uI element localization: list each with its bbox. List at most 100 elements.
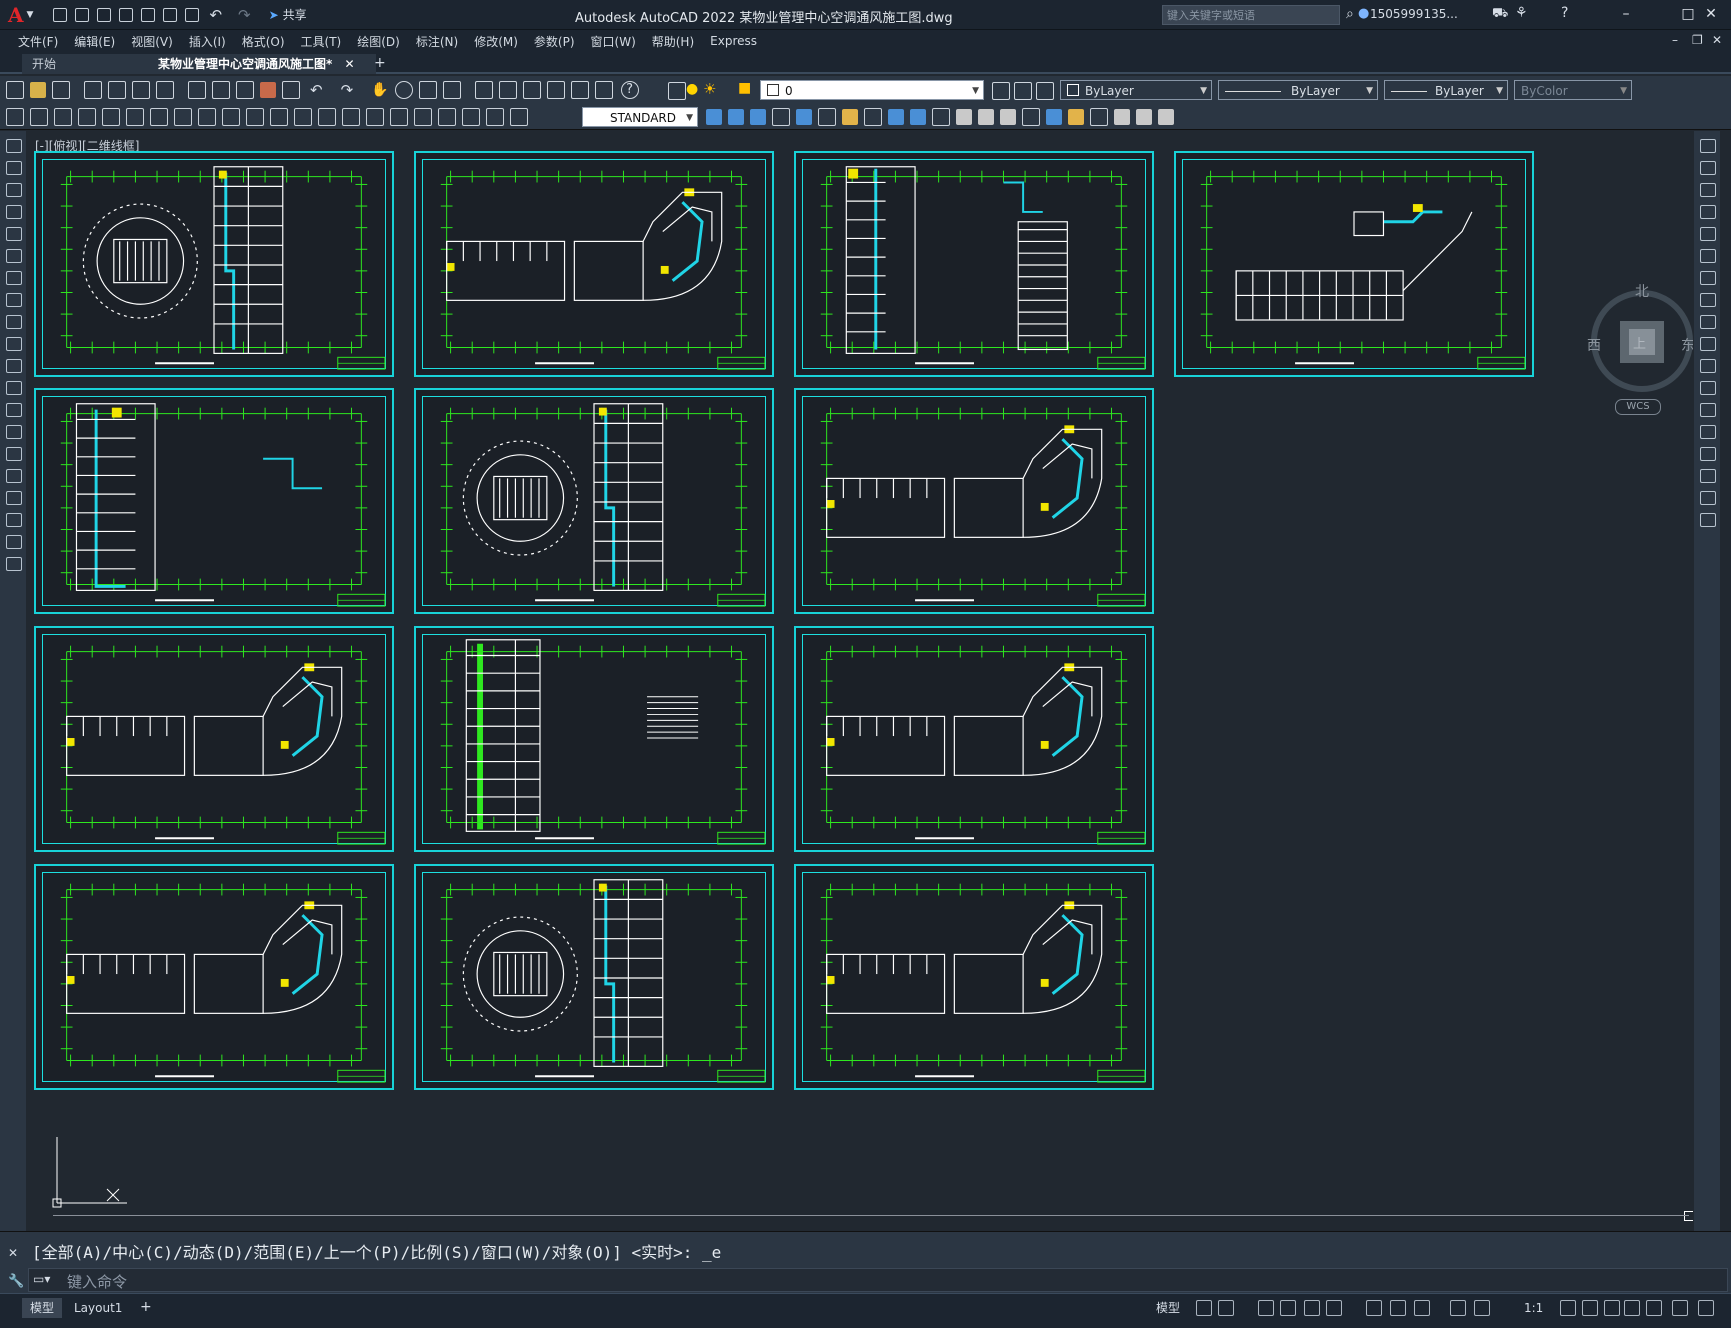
zoom-realtime-icon[interactable] [394, 81, 413, 99]
maximize-button[interactable]: □ [1677, 4, 1699, 24]
sheet-set-icon[interactable] [546, 81, 565, 99]
layer-freeze-icon[interactable]: ☀ [703, 80, 716, 98]
undo-icon[interactable]: ↶ [209, 6, 222, 24]
tab-layout1[interactable]: Layout1 [66, 1298, 130, 1318]
make-block-icon[interactable] [6, 403, 22, 417]
aligned-dim-icon[interactable] [102, 107, 120, 126]
drawing-sheet[interactable] [414, 864, 774, 1090]
auto-scale-icon[interactable] [1474, 1300, 1490, 1316]
ortho-icon[interactable] [1258, 1300, 1274, 1316]
mirror-icon[interactable] [1700, 183, 1716, 197]
dim-text-edit-icon[interactable] [510, 107, 528, 126]
multiline-text-icon[interactable] [6, 535, 22, 549]
layer-unlock-icon[interactable] [956, 108, 972, 125]
dim-space-icon[interactable] [246, 107, 264, 126]
color-dropdown[interactable]: ByLayer ▼ [1060, 80, 1212, 100]
add-selected-icon[interactable] [6, 557, 22, 571]
compass-north-label[interactable]: 北 [1635, 281, 1649, 301]
transparency-icon[interactable] [1390, 1300, 1406, 1316]
undo-icon[interactable]: ↶ [310, 81, 323, 99]
viewcube[interactable]: 北 东 西 上 WCS [1587, 281, 1693, 415]
menu-format[interactable]: 格式(O) [242, 33, 285, 50]
menu-parametric[interactable]: 参数(P) [534, 33, 575, 50]
dim-override-icon[interactable] [54, 107, 72, 126]
linetype-dropdown[interactable]: ByLayer ▼ [1218, 80, 1378, 100]
recent-commands-icon[interactable]: ▭▾ [33, 1272, 50, 1286]
layer-lock-icon[interactable]: ■ [738, 80, 751, 96]
hatch-icon[interactable] [6, 447, 22, 461]
viewcube-top-label[interactable]: 上 [1633, 333, 1646, 352]
block-editor-icon[interactable] [282, 81, 300, 99]
qnew-icon[interactable] [6, 81, 24, 99]
app-menu-dropdown-icon[interactable]: ▼ [27, 10, 34, 20]
menu-edit[interactable]: 编辑(E) [74, 33, 115, 50]
close-button[interactable]: ✕ [1700, 4, 1722, 24]
plot-icon[interactable] [84, 81, 102, 99]
help-icon[interactable]: ? [1561, 5, 1568, 21]
radius-dim-icon[interactable] [270, 107, 288, 126]
layer-dropdown[interactable]: 0 ▼ [760, 80, 984, 100]
menu-draw[interactable]: 绘图(D) [357, 33, 400, 50]
plot-icon[interactable] [185, 7, 200, 22]
drawing-sheet[interactable] [414, 388, 774, 614]
dim-update-icon[interactable] [6, 107, 24, 126]
baseline-dim-icon[interactable] [174, 107, 192, 126]
point-icon[interactable] [6, 425, 22, 439]
polar-icon[interactable] [1280, 1300, 1296, 1316]
command-input[interactable]: ▭▾ 键入命令 [28, 1268, 1728, 1292]
help-search-input[interactable]: 键入关键字或短语 [1162, 5, 1340, 25]
match-properties-icon[interactable] [260, 82, 276, 98]
menu-modify[interactable]: 修改(M) [474, 33, 518, 50]
search-icon[interactable]: ⌕ [1346, 6, 1354, 22]
insert-block-icon[interactable] [6, 381, 22, 395]
copy-icon[interactable] [1700, 161, 1716, 175]
properties-icon[interactable] [474, 81, 493, 99]
menu-express[interactable]: Express [710, 34, 757, 48]
autocad-logo[interactable]: A [8, 3, 24, 27]
drawing-sheet[interactable] [34, 388, 394, 614]
region-icon[interactable] [6, 491, 22, 505]
redo-icon[interactable]: ↷ [238, 6, 251, 24]
menu-view[interactable]: 视图(V) [131, 33, 173, 50]
doc-minimize-button[interactable]: – [1672, 33, 1678, 47]
stretch-icon[interactable] [1700, 315, 1716, 329]
share-label[interactable]: 共享 [283, 6, 307, 23]
layer-previous-icon[interactable] [1014, 82, 1032, 100]
layer-off-icon[interactable] [888, 108, 904, 125]
layer-properties-icon[interactable] [668, 82, 686, 100]
tab-start[interactable]: 开始 [22, 54, 166, 74]
continue-dim-icon[interactable] [198, 107, 216, 126]
units-icon[interactable] [1604, 1300, 1620, 1316]
break-icon[interactable] [1700, 403, 1716, 417]
dim-edit-icon[interactable] [486, 107, 504, 126]
new-file-icon[interactable] [53, 7, 68, 22]
ellipse-icon[interactable] [6, 337, 22, 351]
drawing-sheet[interactable] [1174, 151, 1534, 377]
redo-icon[interactable]: ↷ [341, 81, 354, 99]
layer-iso-icon[interactable] [842, 108, 858, 125]
named-views-icon[interactable] [1114, 108, 1130, 125]
inspection-icon[interactable] [438, 107, 456, 126]
minimize-button[interactable]: – [1615, 4, 1637, 24]
copy-icon[interactable] [212, 81, 230, 99]
cut-icon[interactable] [188, 81, 206, 99]
layer-walk-icon[interactable] [796, 108, 812, 125]
help-icon[interactable]: ? [620, 81, 639, 99]
menu-window[interactable]: 窗口(W) [591, 33, 636, 50]
zoom-window-icon[interactable] [418, 81, 437, 99]
ordinate-dim-icon[interactable] [150, 107, 168, 126]
ucs-previous-icon[interactable] [1068, 108, 1084, 125]
make-current-layer-icon[interactable] [992, 82, 1010, 100]
annotation-monitor-icon[interactable] [1582, 1300, 1598, 1316]
circle-icon[interactable] [6, 271, 22, 285]
drawing-canvas[interactable]: [-][俯视][二维线框] 北 东 西 上 WCS [27, 131, 1693, 1231]
isolate-icon[interactable] [1624, 1300, 1640, 1316]
jogged-linear-icon[interactable] [462, 107, 480, 126]
save-to-web-icon[interactable] [163, 7, 178, 22]
save-as-icon[interactable] [119, 7, 134, 22]
menu-dimension[interactable]: 标注(N) [416, 33, 458, 50]
customize-icon[interactable] [1698, 1300, 1714, 1316]
dim-break-icon[interactable] [366, 107, 384, 126]
menu-help[interactable]: 帮助(H) [652, 33, 694, 50]
hardware-accel-icon[interactable] [1646, 1300, 1662, 1316]
